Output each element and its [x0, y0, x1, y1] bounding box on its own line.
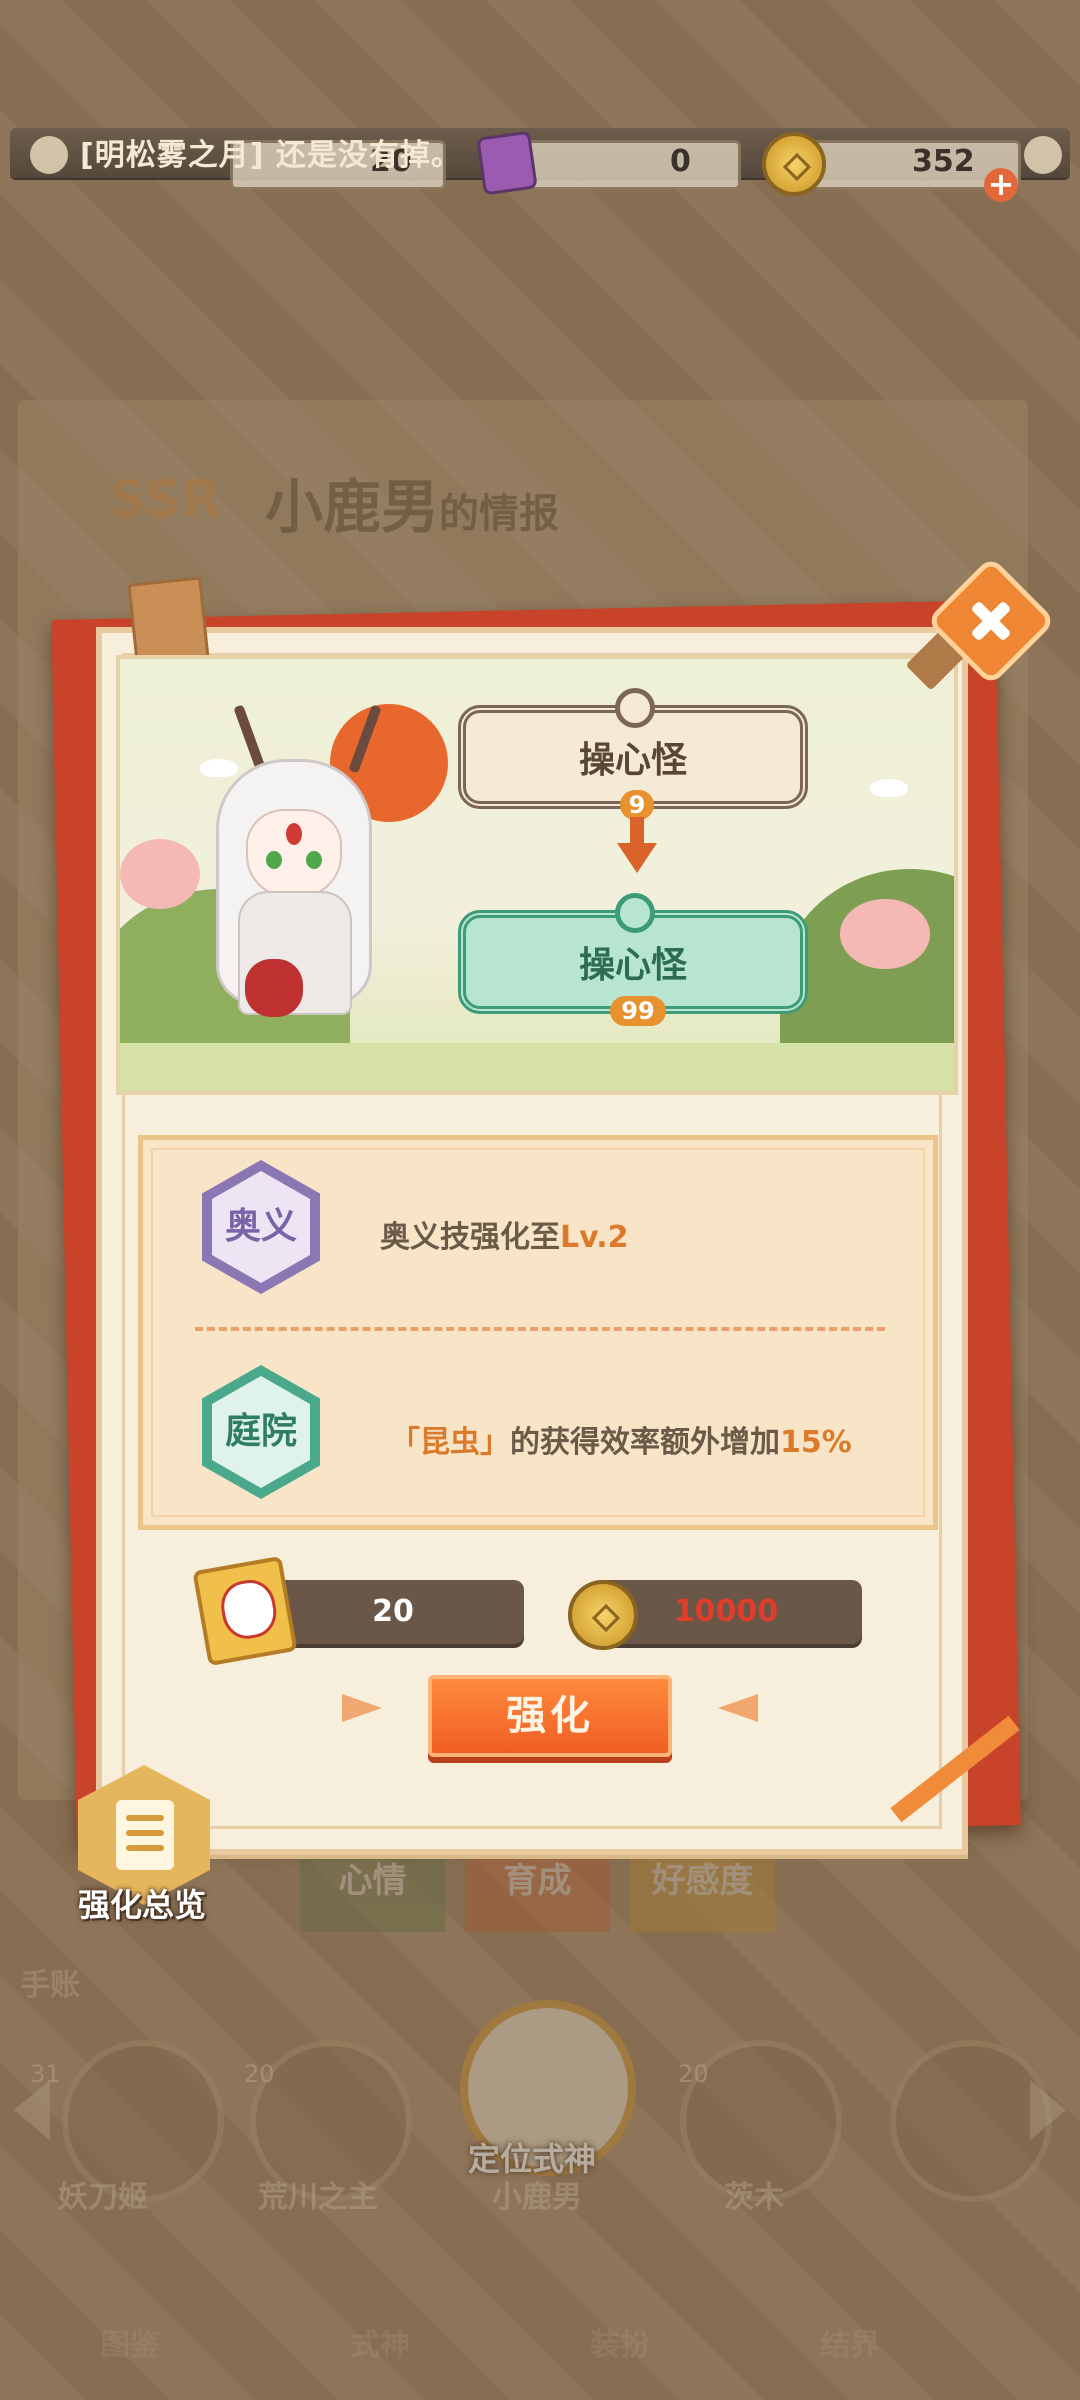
- insect-highlight: 「昆虫」: [390, 1425, 510, 1460]
- left-decoration-icon: [342, 1694, 382, 1722]
- document-line: [126, 1830, 164, 1836]
- upgrade-overview-label[interactable]: 强化总览: [78, 1880, 206, 1926]
- plaque-emblem: [615, 893, 655, 933]
- flower-icon: [30, 136, 68, 174]
- blossom-illustration: [120, 839, 200, 909]
- upgraded-level-badge: 99: [610, 996, 666, 1026]
- document-line: [126, 1815, 164, 1821]
- mystery-skill-badge-label: 奥义: [212, 1171, 310, 1283]
- divider: [195, 1327, 885, 1331]
- bird-illustration: [870, 779, 908, 797]
- scrolling-ticker: [明松雾之月] 还是没有掉。: [80, 138, 462, 173]
- ticket-icon: [192, 1555, 298, 1667]
- plaque-emblem: [615, 688, 655, 728]
- character-face: [246, 809, 342, 899]
- upgrade-button[interactable]: 强化: [428, 1675, 672, 1757]
- bonus-row-skill: 奥义技强化至Lv.2: [380, 1212, 629, 1256]
- right-decoration-icon: [718, 1694, 758, 1722]
- coin-icon: [568, 1580, 638, 1650]
- coin-count: 352: [912, 144, 975, 179]
- ground-illustration: [120, 1043, 954, 1091]
- plus-icon[interactable]: +: [984, 168, 1018, 202]
- coin-icon: [762, 132, 826, 196]
- bonus-row-courtyard: 「昆虫」的获得效率额外增加15%: [390, 1417, 852, 1461]
- courtyard-badge-label: 庭院: [212, 1376, 310, 1488]
- rate-highlight: 15%: [780, 1425, 852, 1460]
- skill-level-highlight: Lv.2: [560, 1220, 629, 1255]
- companion-illustration: [245, 959, 303, 1017]
- down-arrow-icon: [617, 843, 657, 873]
- ticket-cost-pill: 20: [262, 1580, 524, 1644]
- item-count: 0: [670, 144, 691, 179]
- item-icon: [476, 130, 538, 196]
- bonus-row-skill-text: 奥义技强化至: [380, 1220, 560, 1255]
- current-level-badge: 9: [620, 790, 654, 820]
- document-line: [126, 1845, 164, 1851]
- bonus-row-courtyard-text: 的获得效率额外增加: [510, 1425, 780, 1460]
- bird-illustration: [200, 759, 238, 777]
- flower-icon: [1024, 136, 1062, 174]
- blossom-illustration: [840, 899, 930, 969]
